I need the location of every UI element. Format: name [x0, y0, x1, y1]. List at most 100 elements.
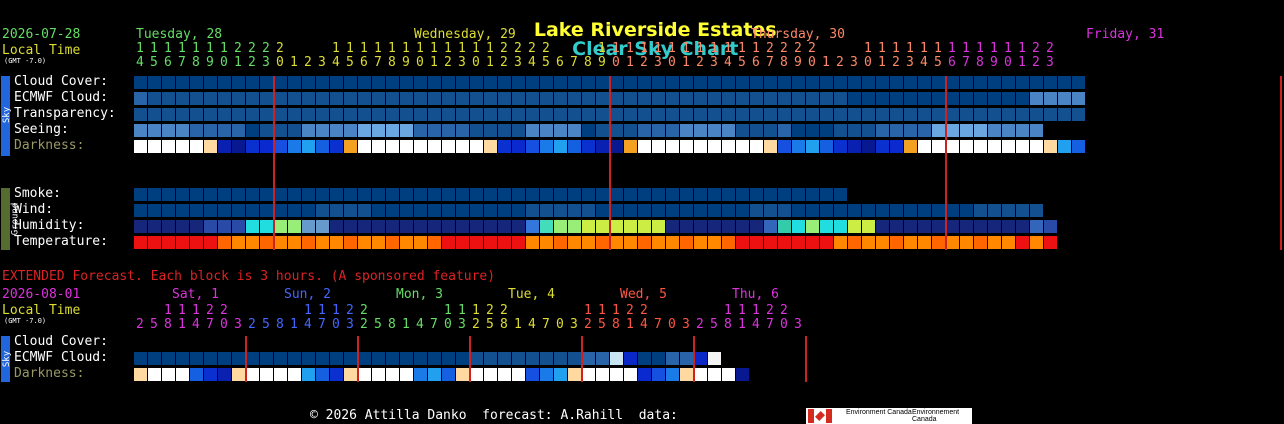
main-forecast-cell[interactable] — [1016, 236, 1029, 249]
main-forecast-cell[interactable] — [554, 204, 567, 217]
main-forecast-cell[interactable] — [442, 76, 455, 89]
main-forecast-cell[interactable] — [148, 220, 161, 233]
main-forecast-cell[interactable] — [638, 140, 651, 153]
main-forecast-cell[interactable] — [946, 204, 959, 217]
main-forecast-cell[interactable] — [624, 140, 637, 153]
main-forecast-cell[interactable] — [582, 188, 595, 201]
main-forecast-cell[interactable] — [652, 220, 665, 233]
main-forecast-cell[interactable] — [876, 76, 889, 89]
main-forecast-cell[interactable] — [372, 236, 385, 249]
main-forecast-cell[interactable] — [274, 236, 287, 249]
main-forecast-cell[interactable] — [190, 92, 203, 105]
main-forecast-cell[interactable] — [470, 140, 483, 153]
main-forecast-cell[interactable] — [624, 124, 637, 137]
main-forecast-cell[interactable] — [1030, 220, 1043, 233]
main-forecast-cell[interactable] — [960, 76, 973, 89]
ext-forecast-cell[interactable] — [512, 368, 525, 381]
main-forecast-cell[interactable] — [232, 220, 245, 233]
main-forecast-cell[interactable] — [400, 220, 413, 233]
main-forecast-cell[interactable] — [666, 140, 679, 153]
main-forecast-cell[interactable] — [1002, 140, 1015, 153]
main-forecast-cell[interactable] — [386, 204, 399, 217]
main-forecast-cell[interactable] — [974, 124, 987, 137]
main-forecast-cell[interactable] — [932, 204, 945, 217]
main-forecast-cell[interactable] — [820, 124, 833, 137]
main-forecast-cell[interactable] — [946, 92, 959, 105]
main-forecast-cell[interactable] — [568, 188, 581, 201]
main-forecast-cell[interactable] — [554, 108, 567, 121]
main-forecast-cell[interactable] — [1002, 108, 1015, 121]
main-forecast-cell[interactable] — [610, 108, 623, 121]
main-forecast-cell[interactable] — [960, 236, 973, 249]
main-forecast-cell[interactable] — [764, 204, 777, 217]
main-forecast-cell[interactable] — [764, 76, 777, 89]
ext-forecast-cell[interactable] — [470, 352, 483, 365]
main-forecast-cell[interactable] — [974, 220, 987, 233]
main-forecast-cell[interactable] — [176, 220, 189, 233]
main-forecast-cell[interactable] — [582, 204, 595, 217]
main-forecast-cell[interactable] — [456, 108, 469, 121]
main-forecast-cell[interactable] — [414, 236, 427, 249]
main-forecast-cell[interactable] — [554, 140, 567, 153]
main-forecast-cell[interactable] — [1044, 140, 1057, 153]
main-forecast-cell[interactable] — [232, 140, 245, 153]
main-forecast-cell[interactable] — [428, 76, 441, 89]
ext-forecast-cell[interactable] — [176, 368, 189, 381]
main-forecast-cell[interactable] — [1044, 92, 1057, 105]
ext-forecast-cell[interactable] — [386, 368, 399, 381]
main-forecast-cell[interactable] — [386, 140, 399, 153]
main-forecast-cell[interactable] — [134, 124, 147, 137]
main-forecast-cell[interactable] — [848, 236, 861, 249]
main-forecast-cell[interactable] — [582, 236, 595, 249]
main-forecast-cell[interactable] — [974, 108, 987, 121]
main-forecast-cell[interactable] — [134, 236, 147, 249]
main-forecast-cell[interactable] — [470, 124, 483, 137]
main-forecast-cell[interactable] — [526, 236, 539, 249]
main-forecast-cell[interactable] — [176, 204, 189, 217]
main-forecast-cell[interactable] — [638, 124, 651, 137]
main-forecast-cell[interactable] — [288, 124, 301, 137]
ext-forecast-cell[interactable] — [218, 352, 231, 365]
main-forecast-cell[interactable] — [750, 140, 763, 153]
main-forecast-cell[interactable] — [652, 108, 665, 121]
main-forecast-cell[interactable] — [176, 124, 189, 137]
ext-forecast-cell[interactable] — [330, 368, 343, 381]
main-forecast-cell[interactable] — [848, 140, 861, 153]
main-forecast-cell[interactable] — [764, 236, 777, 249]
main-forecast-cell[interactable] — [372, 124, 385, 137]
main-forecast-cell[interactable] — [862, 92, 875, 105]
main-forecast-cell[interactable] — [666, 124, 679, 137]
main-forecast-cell[interactable] — [1030, 140, 1043, 153]
main-forecast-cell[interactable] — [792, 124, 805, 137]
main-forecast-cell[interactable] — [834, 236, 847, 249]
main-forecast-cell[interactable] — [652, 140, 665, 153]
main-forecast-cell[interactable] — [302, 92, 315, 105]
main-forecast-cell[interactable] — [204, 76, 217, 89]
main-forecast-cell[interactable] — [162, 140, 175, 153]
main-forecast-cell[interactable] — [778, 76, 791, 89]
main-forecast-cell[interactable] — [358, 76, 371, 89]
main-forecast-cell[interactable] — [946, 236, 959, 249]
main-forecast-cell[interactable] — [918, 140, 931, 153]
main-forecast-cell[interactable] — [568, 220, 581, 233]
main-forecast-cell[interactable] — [568, 76, 581, 89]
main-forecast-cell[interactable] — [176, 140, 189, 153]
main-forecast-cell[interactable] — [610, 92, 623, 105]
main-forecast-cell[interactable] — [666, 76, 679, 89]
ext-forecast-cell[interactable] — [610, 352, 623, 365]
main-forecast-cell[interactable] — [442, 204, 455, 217]
main-forecast-cell[interactable] — [134, 92, 147, 105]
main-forecast-cell[interactable] — [442, 92, 455, 105]
main-forecast-cell[interactable] — [1072, 108, 1085, 121]
ext-forecast-cell[interactable] — [162, 368, 175, 381]
main-forecast-cell[interactable] — [834, 188, 847, 201]
main-forecast-cell[interactable] — [218, 188, 231, 201]
main-forecast-cell[interactable] — [708, 108, 721, 121]
main-forecast-cell[interactable] — [904, 140, 917, 153]
main-forecast-cell[interactable] — [624, 220, 637, 233]
main-forecast-cell[interactable] — [456, 188, 469, 201]
main-forecast-cell[interactable] — [540, 124, 553, 137]
ext-forecast-cell[interactable] — [694, 368, 707, 381]
main-forecast-cell[interactable] — [456, 204, 469, 217]
main-forecast-cell[interactable] — [316, 124, 329, 137]
